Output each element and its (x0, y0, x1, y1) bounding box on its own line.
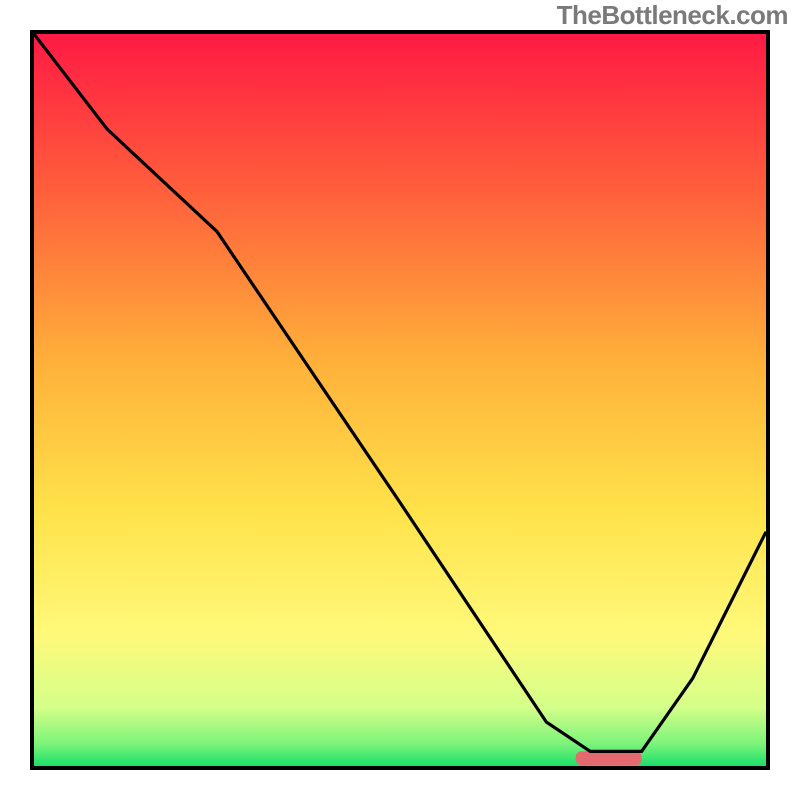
gradient-background (34, 34, 766, 766)
optimal-marker (576, 751, 642, 765)
plot-area (30, 30, 770, 770)
chart-svg (34, 34, 766, 766)
watermark-text: TheBottleneck.com (557, 0, 788, 31)
chart-frame: TheBottleneck.com (0, 0, 800, 800)
